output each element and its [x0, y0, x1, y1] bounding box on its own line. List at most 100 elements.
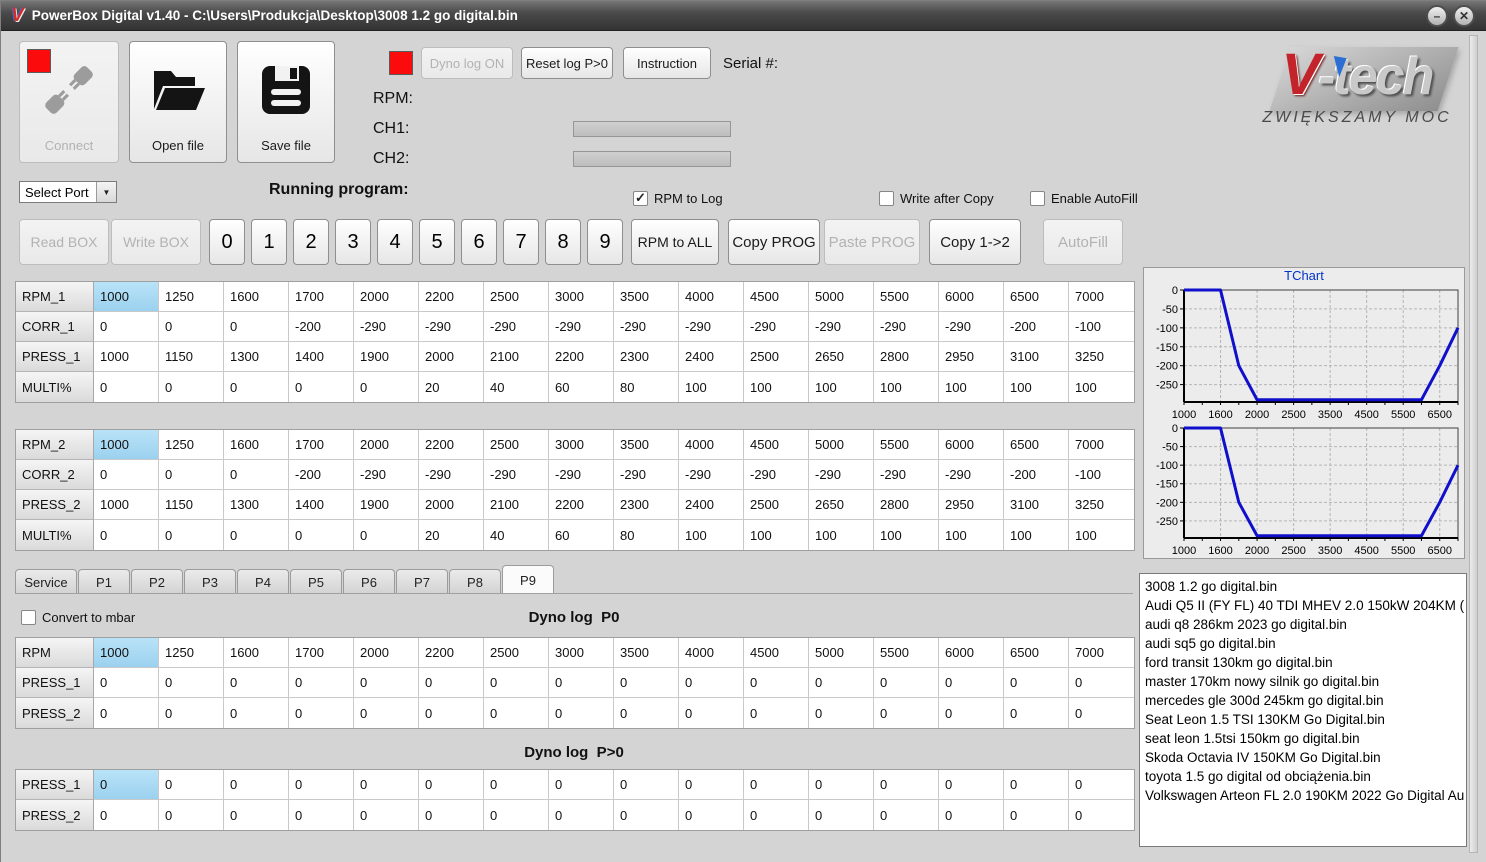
grid-cell[interactable]: 0: [419, 770, 484, 800]
grid-cell[interactable]: 1400: [289, 342, 354, 372]
grid-cell[interactable]: 7000: [1069, 430, 1134, 460]
grid-cell[interactable]: 0: [744, 668, 809, 698]
grid-cell[interactable]: 0: [159, 460, 224, 490]
grid-cell[interactable]: 1700: [289, 638, 354, 668]
grid-cell[interactable]: 0: [224, 520, 289, 550]
write-after-copy-checkbox[interactable]: Write after Copy: [879, 191, 994, 206]
grid-cell[interactable]: -290: [939, 312, 1004, 342]
grid-cell[interactable]: 100: [679, 520, 744, 550]
grid-cell[interactable]: 0: [354, 698, 419, 728]
grid-cell[interactable]: 0: [94, 460, 159, 490]
program-digit-button[interactable]: 3: [335, 219, 371, 265]
grid-cell[interactable]: 0: [354, 668, 419, 698]
grid-cell[interactable]: 6500: [1004, 282, 1069, 312]
grid-cell[interactable]: -290: [354, 460, 419, 490]
program-digit-button[interactable]: 4: [377, 219, 413, 265]
grid-cell[interactable]: -200: [289, 312, 354, 342]
tab-p8[interactable]: P8: [449, 569, 501, 594]
grid-cell[interactable]: -290: [419, 460, 484, 490]
grid-cell[interactable]: 0: [484, 770, 549, 800]
tab-service[interactable]: Service: [15, 569, 77, 594]
grid-cell[interactable]: 2100: [484, 490, 549, 520]
grid-cell[interactable]: 0: [1069, 770, 1134, 800]
grid-cell[interactable]: -290: [354, 312, 419, 342]
grid-cell[interactable]: -290: [744, 312, 809, 342]
grid-cell[interactable]: 40: [484, 520, 549, 550]
grid-cell[interactable]: 1000: [94, 490, 159, 520]
dyno-log-on-button[interactable]: Dyno log ON: [421, 47, 513, 79]
grid-cell[interactable]: 2200: [549, 490, 614, 520]
grid-cell[interactable]: 0: [874, 668, 939, 698]
grid-cell[interactable]: 1900: [354, 490, 419, 520]
grid-cell[interactable]: 0: [679, 668, 744, 698]
grid-cell[interactable]: 0: [94, 520, 159, 550]
grid-cell[interactable]: 100: [744, 520, 809, 550]
grid-cell[interactable]: 0: [549, 800, 614, 830]
copy-prog-button[interactable]: Copy PROG: [728, 219, 820, 265]
rpm-to-all-button[interactable]: RPM to ALL: [631, 219, 719, 265]
grid-cell[interactable]: 1700: [289, 430, 354, 460]
grid-cell[interactable]: 2000: [419, 342, 484, 372]
grid-cell[interactable]: 0: [679, 770, 744, 800]
grid-cell[interactable]: 1700: [289, 282, 354, 312]
grid-cell[interactable]: 1900: [354, 342, 419, 372]
grid-cell[interactable]: 0: [159, 312, 224, 342]
grid-cell[interactable]: 2400: [679, 490, 744, 520]
grid-cell[interactable]: 0: [94, 372, 159, 402]
grid-cell[interactable]: -290: [679, 460, 744, 490]
grid-cell[interactable]: 100: [874, 372, 939, 402]
grid-cell[interactable]: 0: [809, 698, 874, 728]
chevron-down-icon[interactable]: ▼: [96, 182, 116, 202]
rpm-to-log-checkbox[interactable]: ✓ RPM to Log: [633, 191, 723, 206]
grid-cell[interactable]: 1150: [159, 490, 224, 520]
grid-cell[interactable]: 0: [159, 698, 224, 728]
grid-cell[interactable]: 5500: [874, 282, 939, 312]
grid-cell[interactable]: 2650: [809, 342, 874, 372]
grid-cell[interactable]: 3500: [614, 430, 679, 460]
grid-cell[interactable]: -200: [289, 460, 354, 490]
grid-cell[interactable]: 2000: [354, 282, 419, 312]
enable-autofill-checkbox[interactable]: Enable AutoFill: [1030, 191, 1138, 206]
grid-cell[interactable]: 5000: [809, 430, 874, 460]
grid-cell[interactable]: 40: [484, 372, 549, 402]
grid-cell[interactable]: 4000: [679, 282, 744, 312]
grid-cell[interactable]: 0: [679, 698, 744, 728]
grid-cell[interactable]: 0: [874, 800, 939, 830]
grid-cell[interactable]: 0: [809, 668, 874, 698]
grid-cell[interactable]: 3000: [549, 282, 614, 312]
file-list-item[interactable]: audi q8 286km 2023 go digital.bin: [1145, 615, 1461, 634]
grid-cell[interactable]: 1250: [159, 638, 224, 668]
file-list-item[interactable]: Audi Q5 II (FY FL) 40 TDI MHEV 2.0 150kW…: [1145, 596, 1464, 615]
grid-cell[interactable]: 0: [1004, 770, 1069, 800]
grid-cell[interactable]: 100: [939, 372, 1004, 402]
instruction-button[interactable]: Instruction: [623, 47, 711, 79]
grid-cell[interactable]: 0: [1004, 698, 1069, 728]
grid-cell[interactable]: 0: [224, 460, 289, 490]
grid-cell[interactable]: 6000: [939, 430, 1004, 460]
grid-cell[interactable]: 0: [809, 800, 874, 830]
program-digit-button[interactable]: 6: [461, 219, 497, 265]
grid-cell[interactable]: 0: [679, 800, 744, 830]
grid-cell[interactable]: 100: [809, 520, 874, 550]
grid-cell[interactable]: 2950: [939, 490, 1004, 520]
file-list-item[interactable]: seat leon 1.5tsi 150km go digital.bin: [1145, 729, 1461, 748]
grid-cell[interactable]: 2000: [354, 638, 419, 668]
grid-cell[interactable]: 0: [159, 668, 224, 698]
grid-cell[interactable]: 5000: [809, 282, 874, 312]
grid-cell[interactable]: 1250: [159, 282, 224, 312]
program-digit-button[interactable]: 8: [545, 219, 581, 265]
file-list-item[interactable]: Skoda Octavia IV 150KM Go Digital.bin: [1145, 748, 1461, 767]
grid-cell[interactable]: 4500: [744, 282, 809, 312]
grid-cell[interactable]: 0: [484, 668, 549, 698]
file-list-item[interactable]: ford transit 130km go digital.bin: [1145, 653, 1461, 672]
grid-cell[interactable]: 0: [939, 770, 1004, 800]
grid-cell[interactable]: 2800: [874, 490, 939, 520]
file-list-item[interactable]: 3008 1.2 go digital.bin: [1145, 577, 1461, 596]
grid-cell[interactable]: 2500: [744, 490, 809, 520]
grid-cell[interactable]: -290: [419, 312, 484, 342]
grid-cell[interactable]: 0: [159, 520, 224, 550]
program-digit-button[interactable]: 5: [419, 219, 455, 265]
grid-cell[interactable]: 0: [484, 698, 549, 728]
grid-cell[interactable]: 0: [289, 698, 354, 728]
grid-cell[interactable]: 0: [549, 698, 614, 728]
